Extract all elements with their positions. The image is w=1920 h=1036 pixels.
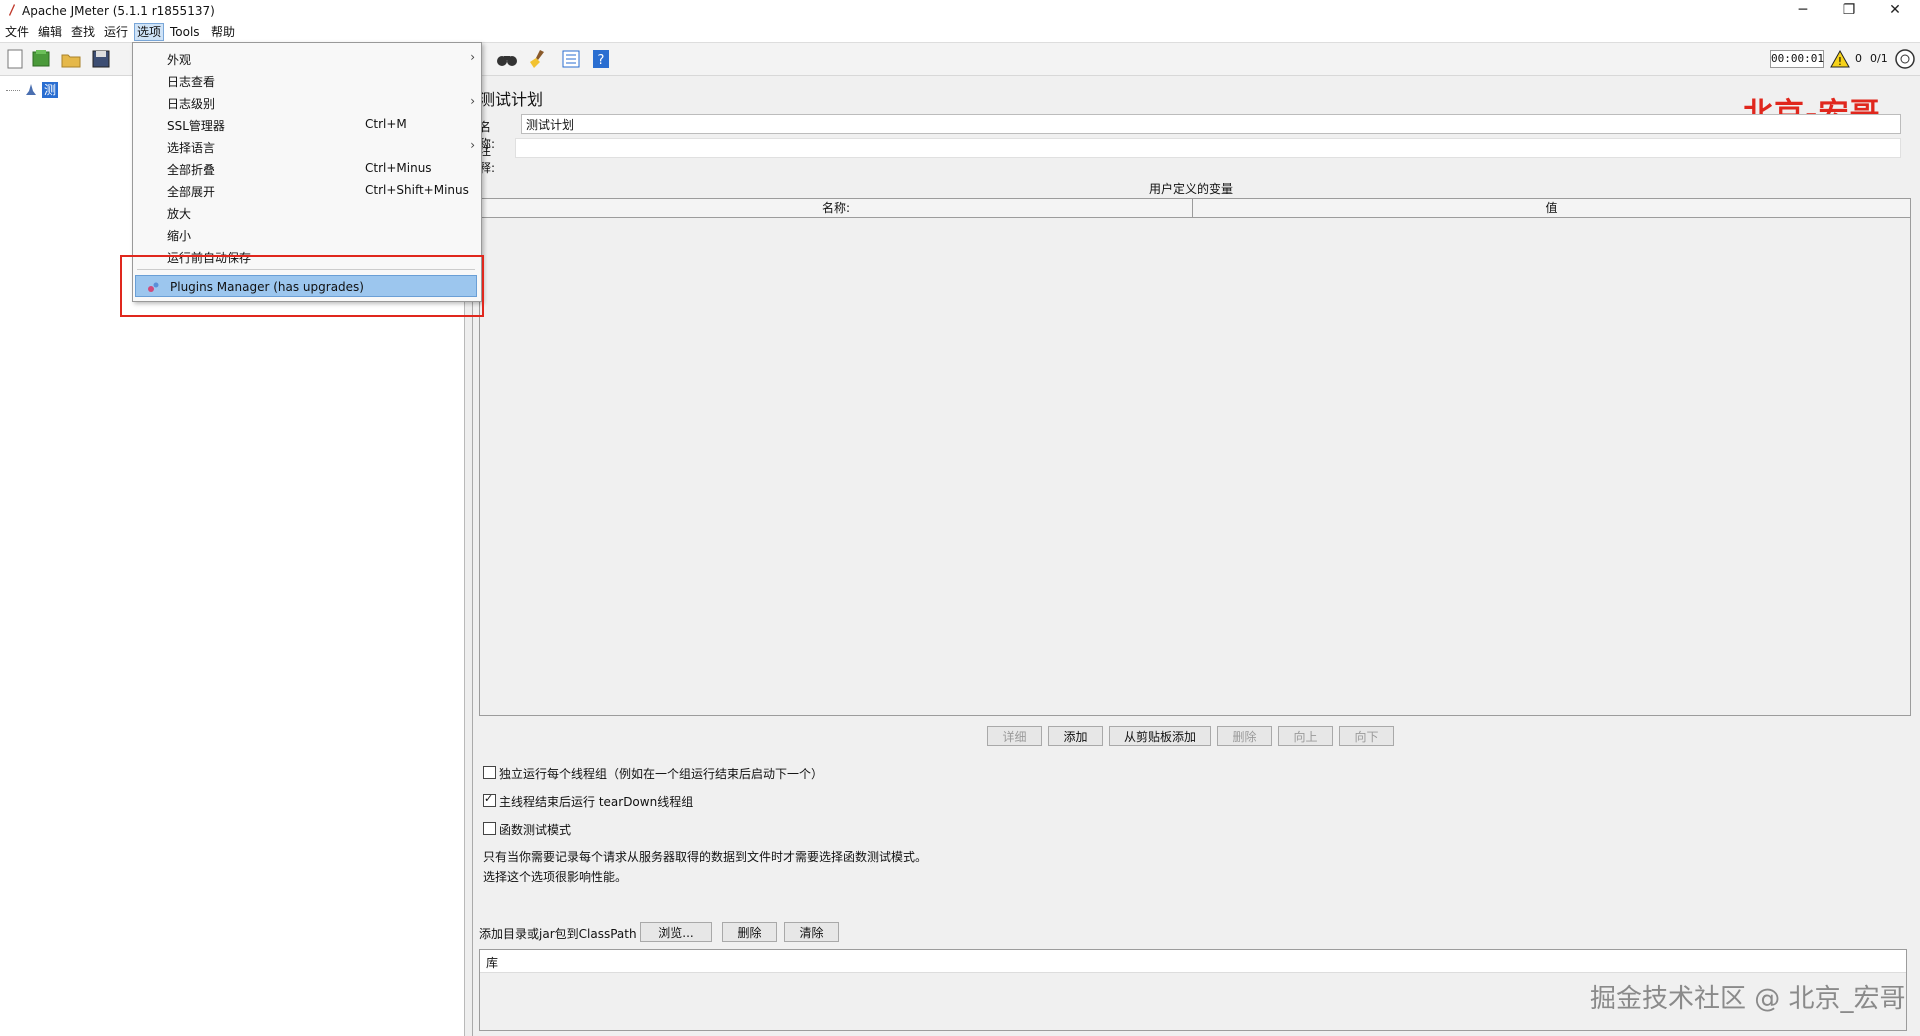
- comment-input[interactable]: [515, 138, 1901, 158]
- watermark-bottom: 掘金技术社区 @ 北京_宏哥: [1590, 984, 1906, 1014]
- menu-item-label: SSL管理器: [167, 119, 225, 133]
- svg-text:!: !: [1838, 55, 1842, 68]
- menu-item-zoom-in[interactable]: 放大: [133, 201, 479, 223]
- add-button[interactable]: 添加: [1048, 726, 1103, 746]
- tree-connector: [6, 90, 20, 91]
- submenu-arrow-icon: ›: [470, 138, 475, 152]
- delete-button[interactable]: 删除: [1217, 726, 1272, 746]
- classpath-label: 添加目录或jar包到ClassPath: [479, 927, 637, 941]
- title-bar: Apache JMeter (5.1.1 r1855137) ─ ❐ ✕: [0, 0, 1920, 22]
- menu-tools[interactable]: Tools: [168, 24, 202, 40]
- name-input[interactable]: 测试计划: [521, 114, 1901, 134]
- test-plan-icon: [26, 84, 36, 95]
- new-icon[interactable]: [4, 48, 26, 70]
- panel-title: 测试计划: [479, 90, 544, 109]
- column-header-name[interactable]: 名称:: [480, 199, 1192, 217]
- submenu-arrow-icon: ›: [470, 94, 475, 108]
- elapsed-timer: 00:00:01: [1770, 50, 1824, 68]
- menu-item-log-viewer[interactable]: 日志查看: [133, 69, 479, 91]
- library-header: 库: [480, 950, 1906, 973]
- table-button-row: 详细 添加 从剪贴板添加 删除 向上 向下: [473, 726, 1920, 748]
- menu-item-log-level[interactable]: 日志级别 ›: [133, 91, 479, 113]
- menu-item-label: 全部展开: [167, 185, 216, 199]
- menu-item-shortcut: Ctrl+M: [365, 117, 407, 131]
- submenu-arrow-icon: ›: [470, 50, 475, 64]
- menu-item-label: 缩小: [167, 229, 192, 243]
- help-icon[interactable]: ?: [590, 48, 612, 70]
- tree-node-label: 测试计划: [42, 82, 59, 145]
- window-title: Apache JMeter (5.1.1 r1855137): [22, 4, 215, 18]
- menu-item-collapse-all[interactable]: 全部折叠 Ctrl+Minus: [133, 157, 479, 179]
- menu-help[interactable]: 帮助: [209, 24, 237, 40]
- menu-search[interactable]: 查找: [69, 24, 97, 40]
- column-header-value[interactable]: 值: [1193, 199, 1910, 217]
- browse-button[interactable]: 浏览...: [640, 922, 712, 942]
- checkbox-box[interactable]: [483, 792, 496, 807]
- restore-button[interactable]: ❐: [1826, 0, 1872, 22]
- menu-item-shortcut: Ctrl+Shift+Minus: [365, 183, 469, 197]
- save-icon[interactable]: [90, 48, 112, 70]
- menu-item-label: 日志级别: [167, 97, 216, 111]
- template-icon[interactable]: [30, 48, 52, 70]
- svg-text:?: ?: [598, 53, 605, 68]
- menu-item-label: 日志查看: [167, 75, 216, 89]
- menu-file[interactable]: 文件: [3, 24, 31, 40]
- warning-icon[interactable]: !: [1830, 49, 1850, 69]
- functional-mode-note-2: 选择这个选项很影响性能。: [483, 870, 628, 884]
- table-header: 名称: 值: [480, 199, 1910, 218]
- close-button[interactable]: ✕: [1872, 0, 1918, 22]
- open-icon[interactable]: [60, 48, 82, 70]
- minimize-button[interactable]: ─: [1780, 0, 1826, 22]
- list-icon[interactable]: [560, 48, 582, 70]
- highlight-callout-box: [120, 255, 484, 317]
- variables-caption: 用户定义的变量: [1148, 182, 1233, 196]
- add-from-clipboard-button[interactable]: 从剪贴板添加: [1109, 726, 1211, 746]
- menu-item-choose-language[interactable]: 选择语言 ›: [133, 135, 479, 157]
- detail-button[interactable]: 详细: [987, 726, 1042, 746]
- variables-table[interactable]: 名称: 值: [479, 198, 1911, 716]
- menu-item-expand-all[interactable]: 全部展开 Ctrl+Shift+Minus: [133, 179, 479, 201]
- broom-icon[interactable]: [526, 48, 548, 70]
- move-down-button[interactable]: 向下: [1339, 726, 1394, 746]
- menu-options[interactable]: 选项: [134, 23, 165, 41]
- checkbox-box[interactable]: [483, 766, 496, 779]
- menu-item-label: 选择语言: [167, 141, 216, 155]
- thread-count: 0/1: [1870, 52, 1888, 65]
- classpath-delete-button[interactable]: 删除: [722, 922, 777, 942]
- menu-item-zoom-out[interactable]: 缩小: [133, 223, 479, 245]
- menu-item-appearance[interactable]: 外观 ›: [133, 47, 479, 69]
- move-up-button[interactable]: 向上: [1278, 726, 1333, 746]
- menu-item-label: 全部折叠: [167, 163, 216, 177]
- functional-mode-note-1: 只有当你需要记录每个请求从服务器取得的数据到文件时才需要选择函数测试模式。: [483, 850, 928, 864]
- menu-item-label: 外观: [167, 53, 192, 67]
- menu-bar: 文件 编辑 查找 运行 选项 Tools 帮助: [0, 22, 1920, 43]
- library-header-label: 库: [486, 956, 499, 970]
- globe-icon[interactable]: [1894, 48, 1916, 70]
- jmeter-feather-icon: [9, 4, 15, 16]
- test-plan-panel: 测试计划 北京-宏哥 名称: 测试计划 注释: 用户定义的变量 名称: 值 详细…: [473, 76, 1920, 1036]
- menu-run[interactable]: 运行: [102, 24, 130, 40]
- menu-item-shortcut: Ctrl+Minus: [365, 161, 432, 175]
- checkbox-label: 函数测试模式: [499, 823, 572, 837]
- checkbox-label: 独立运行每个线程组（例如在一个组运行结束后启动下一个）: [499, 767, 824, 781]
- classpath-clear-button[interactable]: 清除: [784, 922, 839, 942]
- binoculars-icon[interactable]: [496, 48, 518, 70]
- checkbox-box[interactable]: [483, 822, 496, 835]
- menu-item-label: 放大: [167, 207, 192, 221]
- checkbox-label: 主线程结束后运行 tearDown线程组: [499, 795, 694, 809]
- menu-item-ssl-manager[interactable]: SSL管理器 Ctrl+M: [133, 113, 479, 135]
- menu-edit[interactable]: 编辑: [36, 24, 64, 40]
- warning-count: 0: [1855, 52, 1862, 65]
